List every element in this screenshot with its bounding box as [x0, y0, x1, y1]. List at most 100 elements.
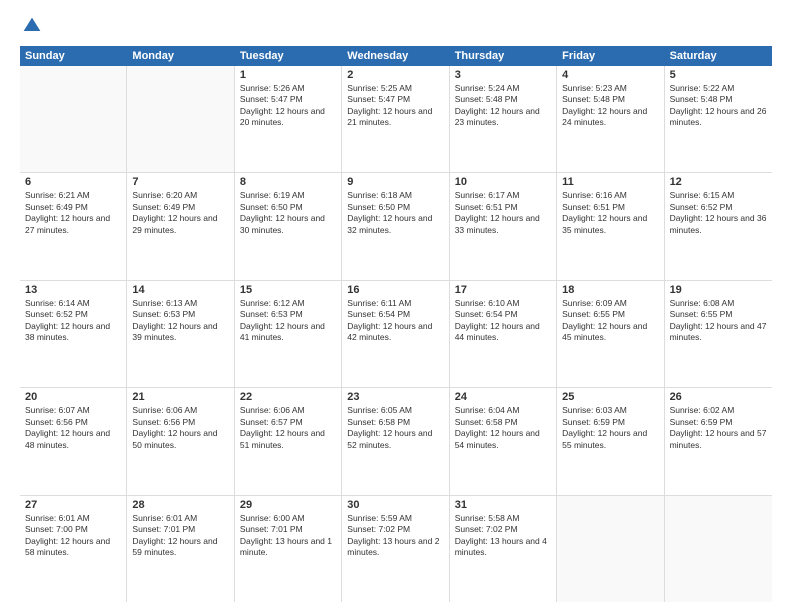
- calendar-cell-1-6: 4 Sunrise: 5:23 AM Sunset: 5:48 PM Daylig…: [557, 66, 664, 172]
- day-info: Sunrise: 6:11 AM Sunset: 6:54 PM Dayligh…: [347, 298, 443, 344]
- calendar-cell-3-2: 14 Sunrise: 6:13 AM Sunset: 6:53 PM Dayli…: [127, 281, 234, 387]
- calendar-cell-3-7: 19Sunrise: 6:08 AM Sunset: 6:55 PM Dayli…: [665, 281, 772, 387]
- weekday-tuesday: Tuesday: [235, 46, 342, 66]
- day-number: 28: [132, 499, 228, 511]
- day-number: 20: [25, 391, 121, 403]
- calendar-row-4: 20 Sunrise: 6:07 AM Sunset: 6:56 PM Dayli…: [20, 388, 772, 495]
- calendar-cell-5-1: 27Sunrise: 6:01 AM Sunset: 7:00 PM Dayli…: [20, 496, 127, 602]
- day-info: Sunrise: 6:16 AM Sunset: 6:51 PM Dayligh…: [562, 190, 658, 236]
- day-number: 22: [240, 391, 336, 403]
- day-number: 6: [25, 176, 121, 188]
- day-number: 14: [132, 284, 228, 296]
- calendar-cell-2-1: 6 Sunrise: 6:21 AM Sunset: 6:49 PM Daylig…: [20, 173, 127, 279]
- calendar-cell-1-3: 1 Sunrise: 5:26 AM Sunset: 5:47 PM Daylig…: [235, 66, 342, 172]
- calendar-cell-5-3: 29Sunrise: 6:00 AM Sunset: 7:01 PM Dayli…: [235, 496, 342, 602]
- day-number: 21: [132, 391, 228, 403]
- calendar-cell-4-4: 23 Sunrise: 6:05 AM Sunset: 6:58 PM Dayli…: [342, 388, 449, 494]
- day-number: 17: [455, 284, 551, 296]
- day-number: 9: [347, 176, 443, 188]
- day-info: Sunrise: 6:15 AM Sunset: 6:52 PM Dayligh…: [670, 190, 767, 236]
- day-number: 12: [670, 176, 767, 188]
- logo: [20, 16, 42, 36]
- day-info: Sunrise: 5:26 AM Sunset: 5:47 PM Dayligh…: [240, 83, 336, 129]
- day-info: Sunrise: 6:04 AM Sunset: 6:58 PM Dayligh…: [455, 405, 551, 451]
- calendar-cell-5-5: 31 Sunrise: 5:58 AM Sunset: 7:02 PM Dayli…: [450, 496, 557, 602]
- day-number: 18: [562, 284, 658, 296]
- calendar-cell-4-3: 22 Sunrise: 6:06 AM Sunset: 6:57 PM Dayli…: [235, 388, 342, 494]
- day-info: Sunrise: 6:02 AM Sunset: 6:59 PM Dayligh…: [670, 405, 767, 451]
- day-info: Sunrise: 6:14 AM Sunset: 6:52 PM Dayligh…: [25, 298, 121, 344]
- calendar-cell-3-1: 13Sunrise: 6:14 AM Sunset: 6:52 PM Dayli…: [20, 281, 127, 387]
- calendar-cell-4-7: 26 Sunrise: 6:02 AM Sunset: 6:59 PM Dayli…: [665, 388, 772, 494]
- weekday-saturday: Saturday: [665, 46, 772, 66]
- day-number: 23: [347, 391, 443, 403]
- day-info: Sunrise: 6:06 AM Sunset: 6:56 PM Dayligh…: [132, 405, 228, 451]
- calendar-cell-4-1: 20 Sunrise: 6:07 AM Sunset: 6:56 PM Dayli…: [20, 388, 127, 494]
- day-number: 16: [347, 284, 443, 296]
- day-number: 31: [455, 499, 551, 511]
- day-info: Sunrise: 6:01 AM Sunset: 7:00 PM Dayligh…: [25, 513, 121, 559]
- day-info: Sunrise: 5:58 AM Sunset: 7:02 PM Dayligh…: [455, 513, 551, 559]
- calendar-header: Sunday Monday Tuesday Wednesday Thursday…: [20, 46, 772, 66]
- calendar-cell-3-3: 15 Sunrise: 6:12 AM Sunset: 6:53 PM Dayli…: [235, 281, 342, 387]
- day-info: Sunrise: 6:07 AM Sunset: 6:56 PM Dayligh…: [25, 405, 121, 451]
- day-info: Sunrise: 6:06 AM Sunset: 6:57 PM Dayligh…: [240, 405, 336, 451]
- day-number: 11: [562, 176, 658, 188]
- day-number: 2: [347, 69, 443, 81]
- calendar-cell-2-2: 7 Sunrise: 6:20 AM Sunset: 6:49 PM Daylig…: [127, 173, 234, 279]
- calendar-row-1: 1 Sunrise: 5:26 AM Sunset: 5:47 PM Daylig…: [20, 66, 772, 173]
- calendar-row-2: 6 Sunrise: 6:21 AM Sunset: 6:49 PM Daylig…: [20, 173, 772, 280]
- day-number: 24: [455, 391, 551, 403]
- calendar-row-5: 27Sunrise: 6:01 AM Sunset: 7:00 PM Dayli…: [20, 496, 772, 602]
- day-number: 8: [240, 176, 336, 188]
- weekday-monday: Monday: [127, 46, 234, 66]
- weekday-wednesday: Wednesday: [342, 46, 449, 66]
- day-info: Sunrise: 6:12 AM Sunset: 6:53 PM Dayligh…: [240, 298, 336, 344]
- day-number: 26: [670, 391, 767, 403]
- calendar-cell-2-5: 10 Sunrise: 6:17 AM Sunset: 6:51 PM Dayli…: [450, 173, 557, 279]
- calendar-cell-4-2: 21 Sunrise: 6:06 AM Sunset: 6:56 PM Dayli…: [127, 388, 234, 494]
- day-info: Sunrise: 6:10 AM Sunset: 6:54 PM Dayligh…: [455, 298, 551, 344]
- day-number: 1: [240, 69, 336, 81]
- calendar-cell-1-2: [127, 66, 234, 172]
- day-number: 10: [455, 176, 551, 188]
- calendar-cell-5-2: 28 Sunrise: 6:01 AM Sunset: 7:01 PM Dayli…: [127, 496, 234, 602]
- calendar-cell-5-6: [557, 496, 664, 602]
- calendar-cell-3-5: 17 Sunrise: 6:10 AM Sunset: 6:54 PM Dayli…: [450, 281, 557, 387]
- day-info: Sunrise: 6:05 AM Sunset: 6:58 PM Dayligh…: [347, 405, 443, 451]
- weekday-thursday: Thursday: [450, 46, 557, 66]
- calendar-cell-1-7: 5 Sunrise: 5:22 AM Sunset: 5:48 PM Daylig…: [665, 66, 772, 172]
- day-number: 5: [670, 69, 767, 81]
- day-number: 30: [347, 499, 443, 511]
- calendar-cell-2-7: 12 Sunrise: 6:15 AM Sunset: 6:52 PM Dayli…: [665, 173, 772, 279]
- calendar-cell-1-1: [20, 66, 127, 172]
- calendar-cell-4-6: 25 Sunrise: 6:03 AM Sunset: 6:59 PM Dayli…: [557, 388, 664, 494]
- day-info: Sunrise: 6:13 AM Sunset: 6:53 PM Dayligh…: [132, 298, 228, 344]
- day-info: Sunrise: 6:01 AM Sunset: 7:01 PM Dayligh…: [132, 513, 228, 559]
- day-info: Sunrise: 6:18 AM Sunset: 6:50 PM Dayligh…: [347, 190, 443, 236]
- day-info: Sunrise: 6:03 AM Sunset: 6:59 PM Dayligh…: [562, 405, 658, 451]
- day-number: 4: [562, 69, 658, 81]
- day-info: Sunrise: 6:08 AM Sunset: 6:55 PM Dayligh…: [670, 298, 767, 344]
- day-number: 15: [240, 284, 336, 296]
- day-info: Sunrise: 5:24 AM Sunset: 5:48 PM Dayligh…: [455, 83, 551, 129]
- calendar-row-3: 13Sunrise: 6:14 AM Sunset: 6:52 PM Dayli…: [20, 281, 772, 388]
- day-info: Sunrise: 5:23 AM Sunset: 5:48 PM Dayligh…: [562, 83, 658, 129]
- day-number: 25: [562, 391, 658, 403]
- calendar-cell-2-3: 8Sunrise: 6:19 AM Sunset: 6:50 PM Daylig…: [235, 173, 342, 279]
- page-header: [20, 16, 772, 36]
- calendar-cell-5-4: 30 Sunrise: 5:59 AM Sunset: 7:02 PM Dayli…: [342, 496, 449, 602]
- day-info: Sunrise: 5:22 AM Sunset: 5:48 PM Dayligh…: [670, 83, 767, 129]
- day-info: Sunrise: 6:17 AM Sunset: 6:51 PM Dayligh…: [455, 190, 551, 236]
- calendar: Sunday Monday Tuesday Wednesday Thursday…: [20, 46, 772, 602]
- day-info: Sunrise: 5:59 AM Sunset: 7:02 PM Dayligh…: [347, 513, 443, 559]
- calendar-body: 1 Sunrise: 5:26 AM Sunset: 5:47 PM Daylig…: [20, 66, 772, 602]
- day-number: 29: [240, 499, 336, 511]
- calendar-cell-3-4: 16 Sunrise: 6:11 AM Sunset: 6:54 PM Dayli…: [342, 281, 449, 387]
- weekday-sunday: Sunday: [20, 46, 127, 66]
- day-info: Sunrise: 6:21 AM Sunset: 6:49 PM Dayligh…: [25, 190, 121, 236]
- day-number: 3: [455, 69, 551, 81]
- day-number: 7: [132, 176, 228, 188]
- weekday-friday: Friday: [557, 46, 664, 66]
- day-info: Sunrise: 6:20 AM Sunset: 6:49 PM Dayligh…: [132, 190, 228, 236]
